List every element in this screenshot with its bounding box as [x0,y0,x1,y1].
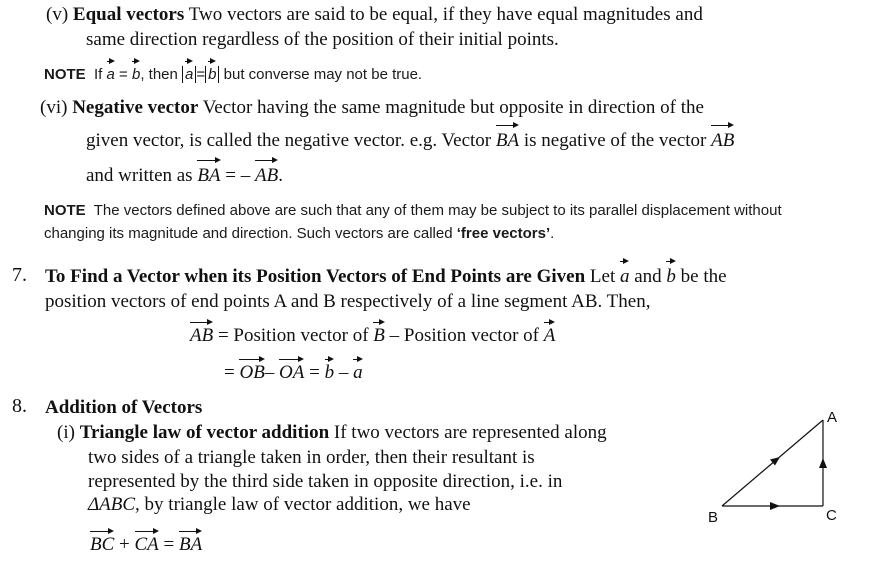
section-8-i-number: (i) [57,422,75,443]
section-8-number: 8. [12,395,27,417]
section-vi-line2a: given vector, is called the negative vec… [86,130,492,151]
equation-7-2: = OB– OA = b – a [224,356,363,384]
section-8-title: Addition of Vectors [45,397,203,418]
section-7-be: be the [680,266,727,287]
note-2-line1: The vectors defined above are such that … [93,202,782,219]
note-2: NOTE The vectors defined above are such … [44,200,782,222]
vertex-B-label: B [708,509,718,526]
note-1-vec-a: a [106,58,116,86]
note-1-pre: If [94,66,103,83]
section-vi-line2: given vector, is called the negative vec… [86,122,735,153]
section-8-i-line3: represented by the third side taken in o… [88,471,563,492]
section-7-vec-b: b [666,258,676,287]
eq2-sym-4: – [338,362,349,383]
note-1-abs-eq: = [196,66,206,83]
eq8-plus: + [119,534,130,555]
eq-vec-BA-sum: BA [179,528,203,555]
triangle-abc: ΔABC [88,494,136,515]
equation-7-1: AB = Position vector of B – Position vec… [190,319,556,347]
eq-vec-b: b [324,356,335,383]
vertex-C-label: C [826,507,837,524]
note-2-label: NOTE [44,202,86,219]
section-vi-end: . [278,165,283,186]
note-2-end: . [550,225,555,242]
eq-vec-A: A [543,319,556,346]
note-1-vec-b: b [131,58,141,86]
note-1-eq: = [119,66,128,83]
section-vi-title: Negative vector [72,97,199,118]
eq2-sym-2: – [264,362,275,383]
section-vi-line1: Vector having the same magnitude but opp… [202,97,704,118]
eq-vec-AB: AB [190,319,214,346]
side-BA [721,419,824,507]
eq-vec-OA: OA [279,356,305,383]
section-8-i-line1: (i) Triangle law of vector addition If t… [57,420,607,445]
triangle-figure: A B C [708,409,837,526]
eq1-mid: – Position vector of [389,325,539,346]
section-v-line1: Two vectors are said to be equal, if the… [188,4,703,25]
section-8-i-text1: If two vectors are represented along [333,422,607,443]
note-2-line2: changing its magnitude and direction. Su… [44,223,554,245]
section-vi-line3: and written as BA = – AB. [86,157,283,188]
eq-vec-a: a [353,356,363,383]
note-1-label: NOTE [44,66,86,83]
section-7-and: and [634,266,662,287]
vec-AB: AB [711,122,735,151]
arrow-CA [819,458,827,468]
eq1-rhs: = Position vector of [217,325,369,346]
section-8-i-text4: , by triangle law of vector addition, we… [135,494,471,515]
note-1-mid: , then [140,66,178,83]
note-2-free-vectors: ‘free vectors’ [456,225,551,242]
eq-vec-OB: OB [239,356,266,383]
vec-BA-2: BA [197,157,221,186]
section-v-title: Equal vectors [72,4,185,25]
note-1-abs-b: b [208,58,217,86]
section-7-title: To Find a Vector when its Position Vecto… [45,266,586,287]
section-7-vec-a: a [619,258,630,287]
section-7-number: 7. [12,264,27,286]
section-vi-line3b: = – [225,165,251,186]
vertex-A-label: A [827,409,837,426]
eq-vec-B: B [373,319,385,346]
section-v-number: (v) [46,4,69,25]
note-1: NOTE If a = b, then a = b but converse may… [44,58,423,86]
note-2-line2-text: changing its magnitude and direction. Su… [44,225,453,242]
vec-AB-2: AB [255,157,279,186]
section-7-line2: position vectors of end points A and B r… [45,291,651,312]
section-v: (v) Equal vectors Two vectors are said t… [46,2,703,27]
section-vi-line3a: and written as [86,165,193,186]
eq2-sym-1: = [224,362,235,383]
section-vi: (vi) Negative vector Vector having the s… [40,95,704,120]
note-1-post: but converse may not be true. [223,66,423,83]
section-vi-line2b: is negative of the vector [523,130,707,151]
note-1-abs-a: a [185,58,194,86]
section-7-line1: To Find a Vector when its Position Vecto… [45,258,727,289]
eq8-eq: = [163,534,175,555]
section-8-i-title: Triangle law of vector addition [79,422,330,443]
section-7-let: Let [589,266,616,287]
equation-8: BC + CA = BA [90,528,203,556]
eq2-sym-3: = [309,362,320,383]
section-8-i-line4: ΔABC, by triangle law of vector addition… [88,492,471,517]
section-vi-number: (vi) [40,97,68,118]
eq-vec-CA: CA [134,528,160,555]
section-8-i-line2: two sides of a triangle taken in order, … [88,447,535,468]
eq-vec-BC: BC [90,528,115,555]
section-v-line2: same direction regardless of the positio… [86,29,559,50]
vec-BA: BA [495,122,520,151]
arrow-BC [770,502,780,510]
